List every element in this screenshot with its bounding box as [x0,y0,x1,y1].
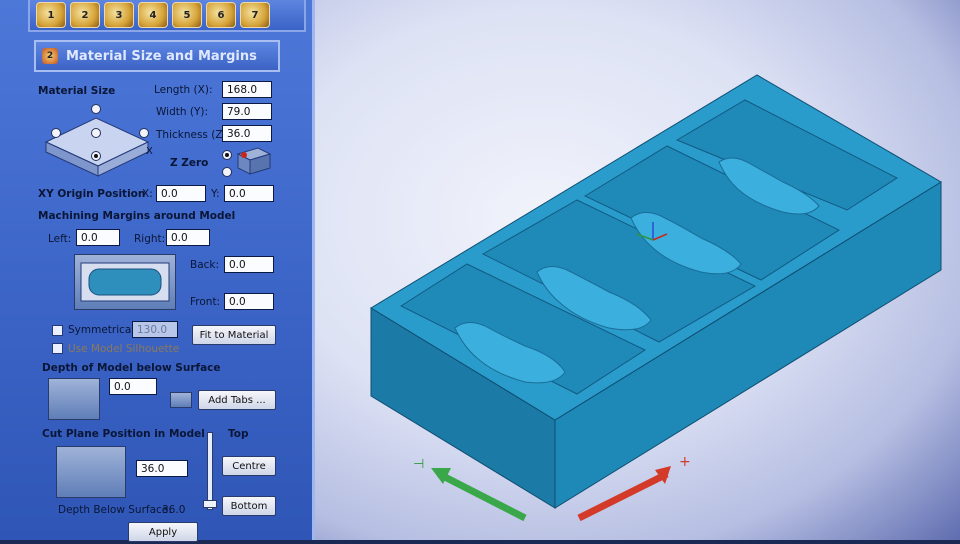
bottom-button[interactable]: Bottom [222,496,276,516]
depth-below-value: 36.0 [162,504,186,516]
z-zero-top-radio[interactable] [222,150,232,160]
margin-front-label: Front: [190,296,221,308]
origin-radio-left[interactable] [51,128,61,138]
toolbar-button-3[interactable]: 3 [104,2,134,28]
svg-text:+: + [679,454,691,470]
tab-block-icon [170,392,192,408]
margin-left-field[interactable] [76,229,120,246]
thickness-label: Thickness (Z): [156,129,231,141]
origin-radio-center[interactable] [91,128,101,138]
cut-plane-model-icon [56,446,126,498]
depth-model-icon [48,378,100,420]
z-zero-bottom-radio[interactable] [222,167,232,177]
margin-back-label: Back: [190,259,220,271]
cut-plane-slider-track[interactable] [207,432,213,510]
symmetrical-label: Symmetrical [68,324,135,336]
xy-origin-y-label: Y: [211,188,220,200]
3d-viewport[interactable]: ⊣ + [315,0,960,540]
xy-origin-y-field[interactable] [224,185,274,202]
xy-origin-heading: XY Origin Position [38,188,146,200]
margin-left-label: Left: [48,233,72,245]
width-label: Width (Y): [156,106,208,118]
cut-plane-field[interactable] [136,460,188,477]
toolbar-button-6[interactable]: 6 [206,2,236,28]
apply-button[interactable]: Apply [128,522,198,542]
toolbar-button-5[interactable]: 5 [172,2,202,28]
length-field[interactable] [222,81,272,98]
depth-below-label: Depth Below Surface: [58,504,172,516]
toolbar-button-2[interactable]: 2 [70,2,100,28]
depth-heading: Depth of Model below Surface [42,362,221,374]
svg-text:X: X [146,146,153,157]
toolbar: 1 2 3 4 5 6 7 [28,0,306,32]
margin-right-field[interactable] [166,229,210,246]
margin-right-label: Right: [134,233,166,245]
fit-to-material-button[interactable]: Fit to Material [192,325,276,345]
add-tabs-button[interactable]: Add Tabs ... [198,390,276,410]
svg-text:⊣: ⊣ [413,457,424,472]
z-zero-block-icon [236,147,272,175]
section-title-label: Material Size and Margins [66,48,257,64]
origin-radio-bottom[interactable] [91,151,101,161]
xy-origin-x-label: X: [142,188,153,200]
silhouette-label: Use Model Silhouette [68,343,180,355]
cut-plane-heading: Cut Plane Position in Model [42,428,205,440]
silhouette-checkbox[interactable] [52,343,63,354]
margin-front-field[interactable] [224,293,274,310]
centre-button[interactable]: Centre [222,456,276,476]
toolbar-button-7[interactable]: 7 [240,2,270,28]
thickness-field[interactable] [222,125,272,142]
symmetrical-checkbox[interactable] [52,325,63,336]
material-block-render: ⊣ + [370,74,942,522]
z-zero-label: Z Zero [170,157,209,169]
margin-back-field[interactable] [224,256,274,273]
symmetrical-field[interactable] [132,321,178,338]
cut-plane-slider-thumb[interactable] [203,500,217,508]
width-field[interactable] [222,103,272,120]
material-size-heading: Material Size [38,85,116,97]
length-label: Length (X): [154,84,213,96]
toolbar-button-1[interactable]: 1 [36,2,66,28]
margin-preview-icon [74,254,176,310]
toolbar-button-4[interactable]: 4 [138,2,168,28]
origin-radio-top[interactable] [91,104,101,114]
cut-plane-top-label: Top [228,428,249,440]
xy-origin-x-field[interactable] [156,185,206,202]
margins-heading: Machining Margins around Model [38,210,236,222]
origin-radio-right[interactable] [139,128,149,138]
section-title: 2 Material Size and Margins [34,40,280,72]
step-2-icon: 2 [42,48,58,64]
depth-field[interactable] [109,378,157,395]
